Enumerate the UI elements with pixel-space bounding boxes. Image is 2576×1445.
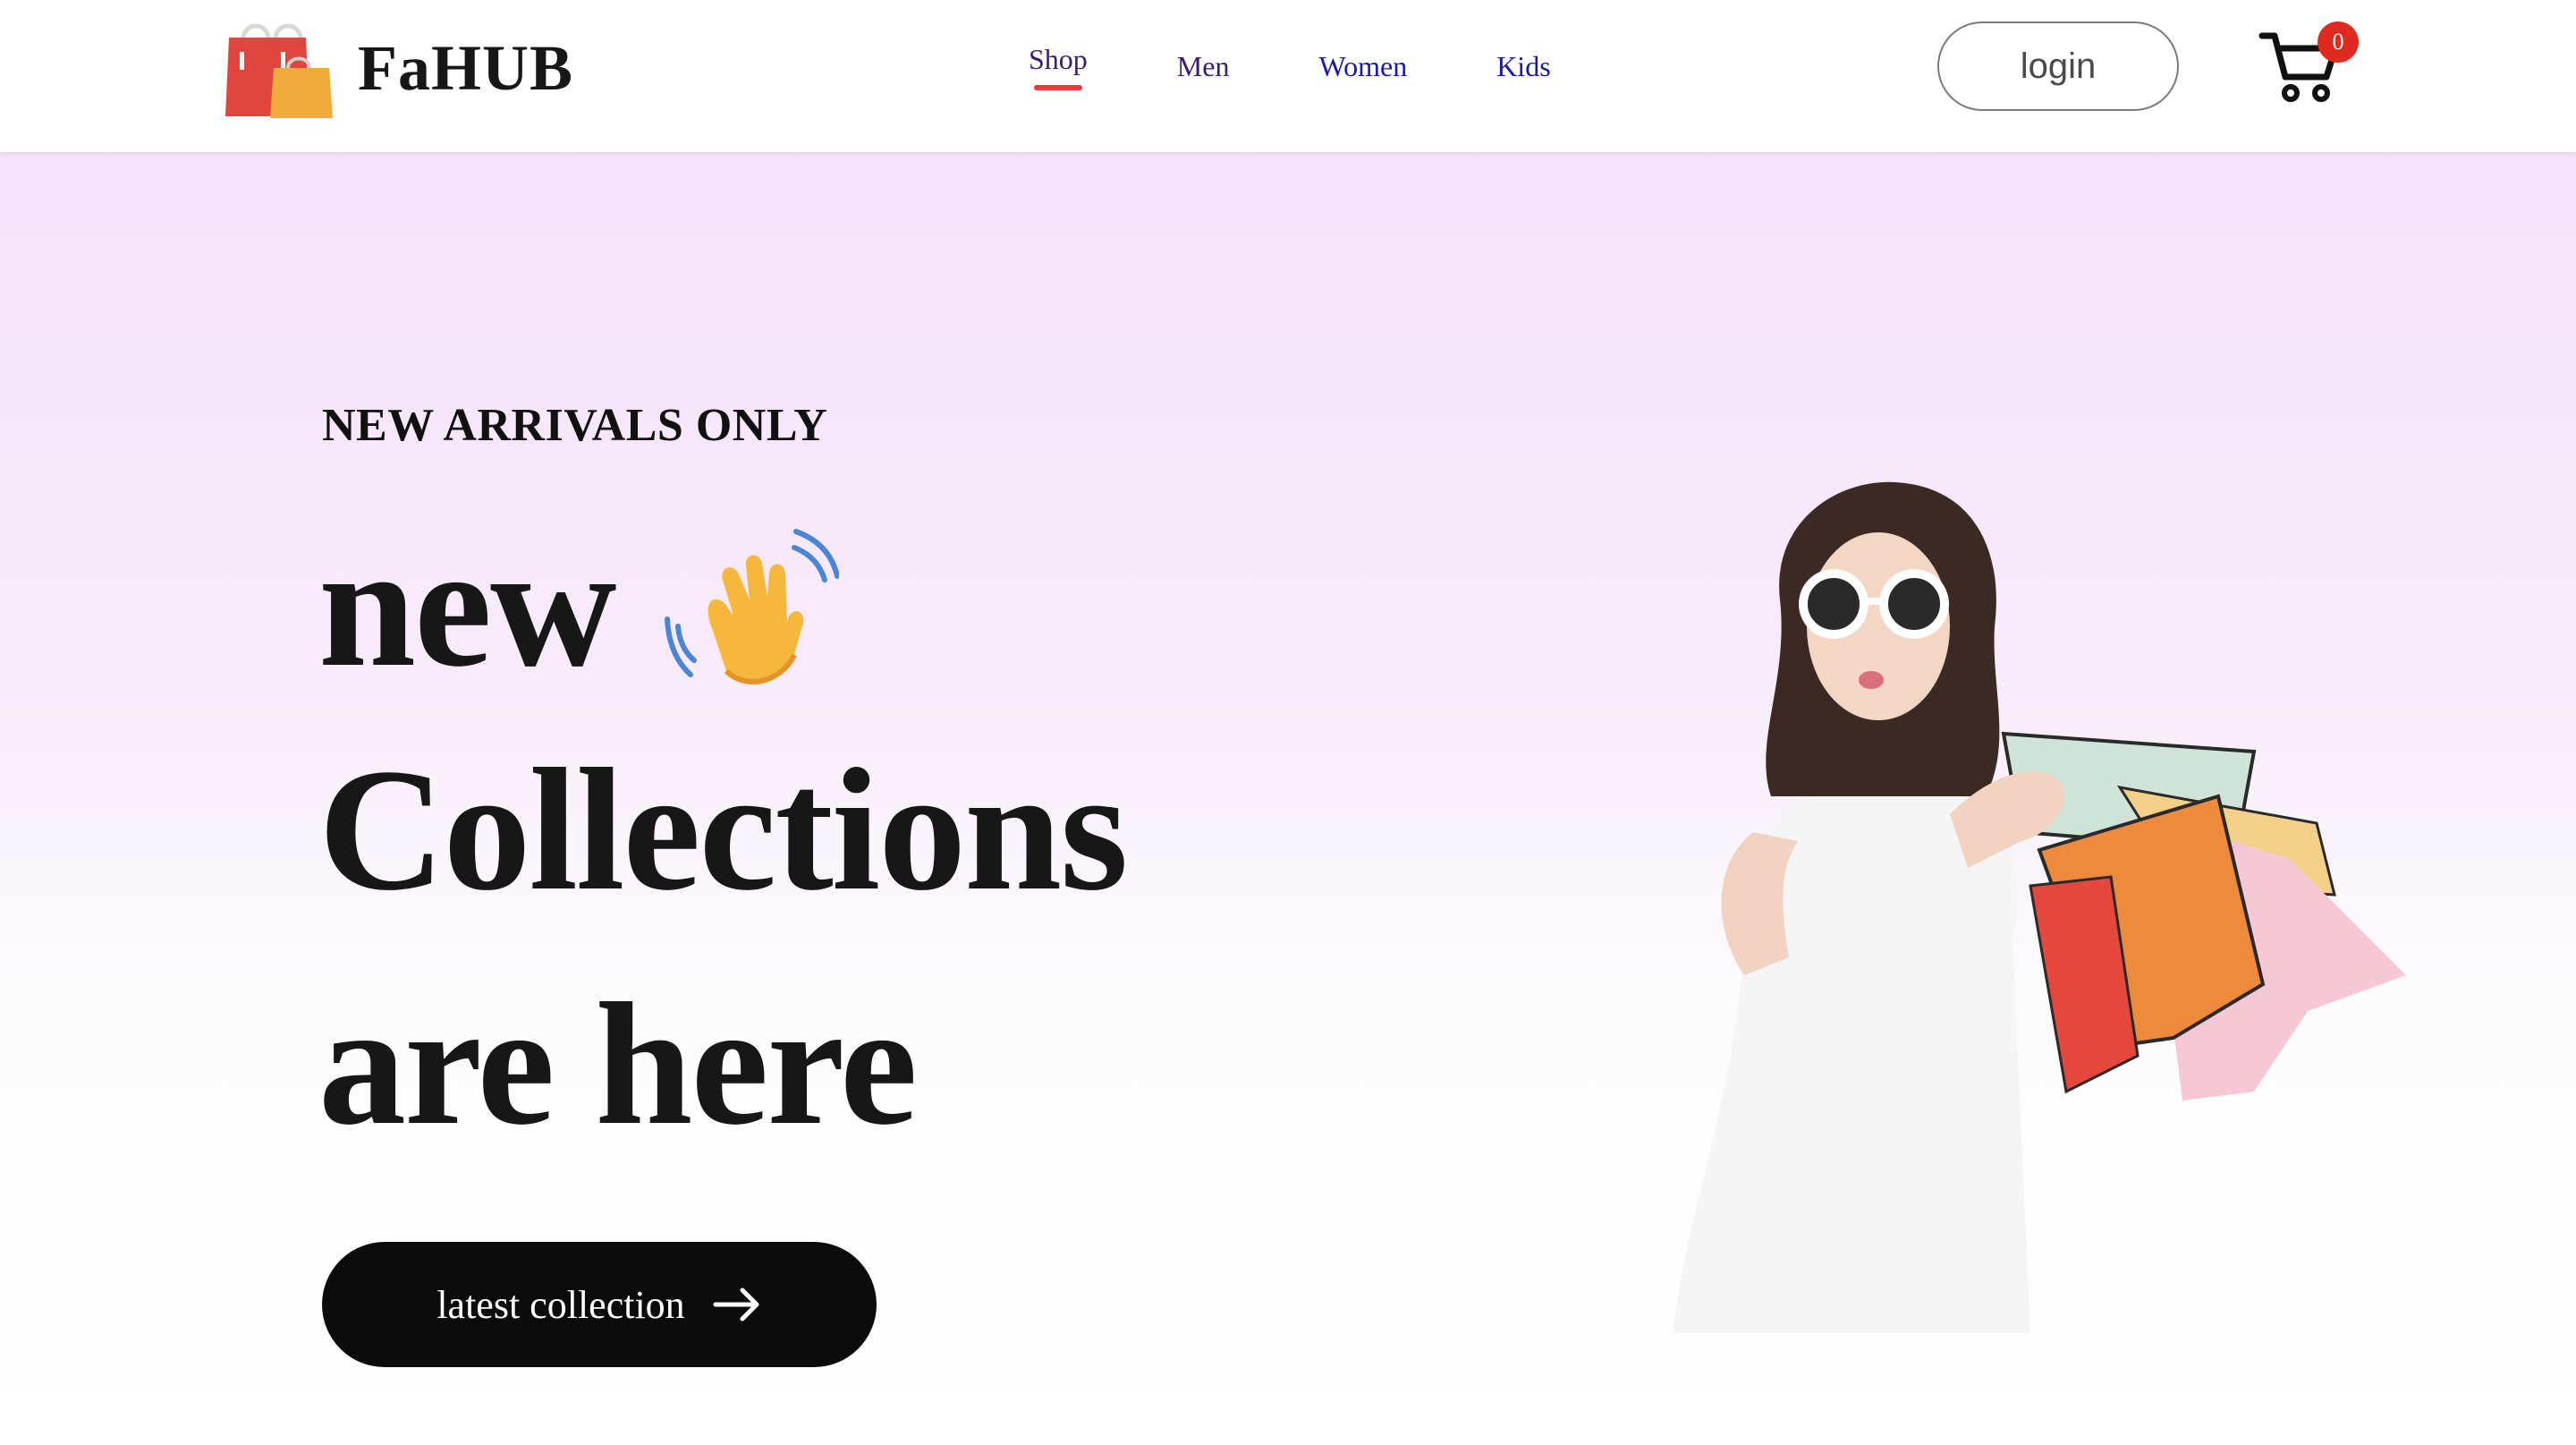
nav-item-men[interactable]: Men bbox=[1177, 50, 1230, 83]
nav-item-shop[interactable]: Shop bbox=[1029, 43, 1088, 90]
nav-item-women[interactable]: Women bbox=[1318, 50, 1407, 83]
hero-tagline: NEW ARRIVALS ONLY bbox=[322, 400, 828, 451]
main-nav: Shop Men Women Kids bbox=[1029, 43, 1551, 90]
hero-section: NEW ARRIVALS ONLY new Collections are he… bbox=[0, 152, 2576, 1445]
shopping-bags-icon bbox=[225, 23, 333, 118]
waving-hand-icon bbox=[664, 529, 839, 685]
navbar: FaHUB Shop Men Women Kids login 0 bbox=[0, 0, 2576, 152]
cart-count-badge: 0 bbox=[2318, 21, 2359, 63]
cart-button[interactable]: 0 bbox=[2258, 21, 2359, 111]
latest-collection-button[interactable]: latest collection bbox=[322, 1242, 877, 1367]
login-button[interactable]: login bbox=[1937, 21, 2179, 111]
nav-item-kids[interactable]: Kids bbox=[1496, 50, 1550, 83]
brand-name: FaHUB bbox=[358, 31, 574, 104]
hero-headline-line-2: Collections bbox=[318, 733, 1128, 927]
arrow-right-icon bbox=[713, 1288, 759, 1322]
hero-headline-line-3: are here bbox=[318, 967, 918, 1161]
active-nav-indicator bbox=[1033, 85, 1082, 90]
nav-item-label: Men bbox=[1176, 50, 1230, 82]
nav-item-label: Kids bbox=[1496, 50, 1551, 82]
nav-item-label: Shop bbox=[1029, 43, 1088, 75]
nav-item-label: Women bbox=[1318, 50, 1408, 82]
hero-model-image bbox=[1673, 481, 2406, 1333]
cta-label: latest collection bbox=[436, 1282, 685, 1327]
headline-text: new bbox=[318, 509, 617, 703]
hero-headline-line-1: new bbox=[318, 519, 839, 694]
brand-logo[interactable]: FaHUB bbox=[224, 14, 573, 122]
